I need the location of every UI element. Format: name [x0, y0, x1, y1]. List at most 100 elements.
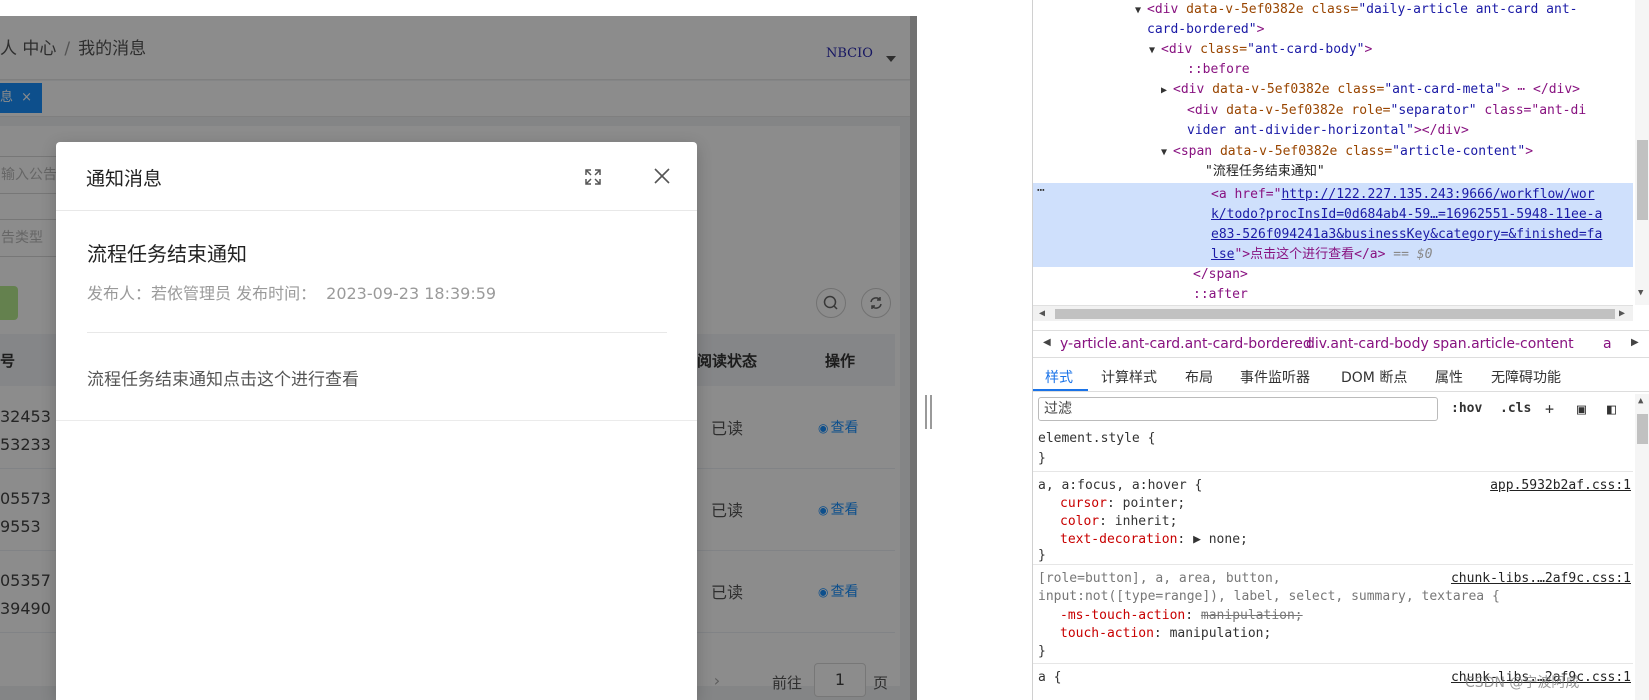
- expand-triangle-icon[interactable]: ▼: [1161, 143, 1173, 163]
- expand-triangle-icon[interactable]: ▼: [1149, 41, 1161, 61]
- styles-filter-input[interactable]: 过滤: [1038, 397, 1438, 421]
- rule-selector-text[interactable]: element.style {: [1038, 431, 1155, 446]
- scroll-thumb[interactable]: [1055, 309, 1615, 319]
- property-value[interactable]: manipulation;: [1170, 626, 1272, 641]
- tab-styles[interactable]: 样式: [1045, 367, 1073, 387]
- href-link[interactable]: lse: [1211, 247, 1234, 262]
- dom-attr: data-v-5ef0382e class=: [1204, 82, 1385, 97]
- scroll-right-icon[interactable]: ▶: [1619, 306, 1625, 322]
- property-name[interactable]: cursor: [1060, 496, 1107, 511]
- dom-breadcrumb: ◀ y-article.ant-card.ant-card-bordered d…: [1033, 330, 1649, 358]
- scroll-thumb[interactable]: [1637, 414, 1648, 444]
- tab-properties[interactable]: 属性: [1435, 367, 1463, 387]
- hover-state-toggle[interactable]: :hov: [1451, 401, 1482, 416]
- rule-source-link[interactable]: app.5932b2af.css:1: [1490, 477, 1631, 495]
- dom-tail: ></div>: [1413, 123, 1469, 138]
- rule-selector[interactable]: [role=button], a, area, button,: [1038, 570, 1281, 588]
- pane-resize-handle[interactable]: [925, 395, 932, 429]
- paint-icon[interactable]: ▣: [1577, 400, 1586, 418]
- rule-property[interactable]: text-decoration: ▶ none;: [1060, 531, 1248, 549]
- property-name[interactable]: color: [1060, 514, 1099, 529]
- dom-node-line[interactable]: card-bordered">: [1135, 20, 1264, 40]
- new-rule-icon[interactable]: +: [1545, 400, 1554, 418]
- rule-property[interactable]: touch-action: manipulation;: [1060, 625, 1271, 643]
- dom-tag: <div: [1147, 2, 1179, 17]
- scroll-down-icon[interactable]: ▼: [1638, 288, 1643, 298]
- breadcrumb-node[interactable]: div.ant-card-body: [1306, 336, 1429, 352]
- dom-node-line[interactable]: ::before: [1175, 60, 1250, 80]
- property-name[interactable]: touch-action: [1060, 626, 1154, 641]
- breadcrumb-node[interactable]: span.article-content: [1433, 336, 1574, 352]
- dom-tag: <span: [1173, 144, 1213, 159]
- scroll-left-icon[interactable]: ◀: [1039, 306, 1045, 322]
- property-value[interactable]: inherit;: [1115, 514, 1178, 529]
- rule-selector[interactable]: a {: [1038, 669, 1061, 687]
- breadcrumb-node[interactable]: y-article.ant-card.ant-card-bordered: [1060, 336, 1312, 352]
- rule-close: }: [1038, 644, 1046, 659]
- tab-event-listeners[interactable]: 事件监听器: [1240, 367, 1310, 387]
- message-content-text[interactable]: 流程任务结束通知点击这个进行查看: [87, 370, 359, 390]
- dom-tail: class="ant-di: [1476, 103, 1587, 118]
- href-link[interactable]: k/todo?procInsId=0d684ab4-59…=16962551-5…: [1211, 207, 1602, 222]
- selected-node-line[interactable]: e83-526f094241a3&businessKey&category=&f…: [1211, 225, 1602, 245]
- dom-node-line[interactable]: ▼ <div data-v-5ef0382e class="daily-artic…: [1135, 0, 1577, 21]
- publisher-label: 发布人：: [87, 284, 152, 303]
- scroll-thumb[interactable]: [1637, 140, 1648, 220]
- close-icon[interactable]: [650, 164, 674, 188]
- breadcrumb-node[interactable]: a: [1603, 336, 1612, 352]
- tab-computed[interactable]: 计算样式: [1101, 367, 1157, 387]
- dom-tail: > ⋯ </div>: [1501, 82, 1581, 97]
- expand-triangle-icon[interactable]: ▼: [1135, 1, 1147, 21]
- message-divider: [87, 332, 667, 333]
- dom-tail: >: [1256, 22, 1265, 37]
- selected-node-line[interactable]: lse">点击这个进行查看</a> == $0: [1211, 245, 1432, 265]
- rule-source-link[interactable]: chunk-libs.…2af9c.css:1: [1451, 570, 1631, 588]
- selected-node-line[interactable]: <a href="http://122.227.135.243:9666/wor…: [1211, 185, 1595, 205]
- breadcrumb-left-icon[interactable]: ◀: [1043, 337, 1051, 348]
- sidebar-toggle-icon[interactable]: ◧: [1607, 400, 1616, 418]
- tab-dom-breakpoints[interactable]: DOM 断点: [1341, 367, 1407, 387]
- dom-node-line[interactable]: "流程任务结束通知": [1193, 162, 1325, 182]
- expand-triangle-icon[interactable]: ▶: [1161, 81, 1173, 101]
- dom-vertical-scrollbar[interactable]: ▼: [1635, 0, 1649, 305]
- dom-node-line[interactable]: <div data-v-5ef0382e role="separator" cl…: [1175, 101, 1586, 121]
- fullscreen-icon[interactable]: [582, 166, 604, 188]
- property-name[interactable]: text-decoration: [1060, 532, 1177, 547]
- property-value[interactable]: manipulation;: [1201, 608, 1303, 623]
- dom-node-line[interactable]: vider ant-divider-horizontal"></div>: [1175, 121, 1469, 141]
- dom-attr-value: "separator": [1390, 103, 1477, 118]
- node-menu-dots[interactable]: ⋯: [1037, 183, 1045, 198]
- href-link[interactable]: http://122.227.135.243:9666/workflow/wor: [1281, 187, 1594, 202]
- dom-node-line[interactable]: ▼ <div class="ant-card-body">: [1149, 40, 1372, 61]
- dom-tag: ::before: [1187, 62, 1250, 77]
- dom-node-line[interactable]: </span>: [1193, 265, 1248, 285]
- dom-node-line[interactable]: ▼ <span data-v-5ef0382e class="article-co…: [1161, 142, 1533, 163]
- dom-tail: >: [1364, 42, 1373, 57]
- styles-vertical-scrollbar[interactable]: ▲: [1635, 394, 1649, 700]
- message-bottom-divider: [56, 420, 697, 421]
- rule-property[interactable]: cursor: pointer;: [1060, 495, 1185, 513]
- class-toggle[interactable]: .cls: [1500, 401, 1531, 416]
- watermark: CSDN @宁波阿成: [1465, 675, 1580, 691]
- property-value[interactable]: pointer;: [1123, 496, 1186, 511]
- scroll-up-icon[interactable]: ▲: [1638, 396, 1643, 406]
- breadcrumb-right-icon[interactable]: ▶: [1631, 337, 1639, 348]
- console-ref: == $0: [1385, 247, 1433, 262]
- dom-node-line[interactable]: ▶ <div data-v-5ef0382e class="ant-card-me…: [1161, 80, 1580, 101]
- message-title: 流程任务结束通知: [87, 242, 247, 266]
- devtools-panel: ⋯ ▼ <div data-v-5ef0382e class="daily-art…: [1032, 0, 1649, 700]
- selected-node-line[interactable]: k/todo?procInsId=0d684ab4-59…=16962551-5…: [1211, 205, 1602, 225]
- tab-accessibility[interactable]: 无障碍功能: [1491, 367, 1561, 387]
- rule-property[interactable]: -ms-touch-action: manipulation;: [1060, 607, 1303, 625]
- rule-selector[interactable]: input:not([type=range]), label, select, …: [1038, 588, 1500, 606]
- property-name[interactable]: -ms-touch-action: [1060, 608, 1185, 623]
- rule-selector[interactable]: a, a:focus, a:hover {: [1038, 477, 1202, 495]
- dom-horizontal-scrollbar[interactable]: ◀ ▶: [1033, 305, 1633, 321]
- tab-layout[interactable]: 布局: [1185, 367, 1213, 387]
- property-value[interactable]: ▶ none;: [1193, 532, 1248, 547]
- dom-node-line[interactable]: ::after: [1193, 285, 1248, 305]
- publish-time: 2023-09-23 18:39:59: [326, 284, 497, 303]
- dom-tail: "流程任务结束通知": [1205, 164, 1325, 179]
- href-link[interactable]: e83-526f094241a3&businessKey&category=&f…: [1211, 227, 1602, 242]
- rule-property[interactable]: color: inherit;: [1060, 513, 1177, 531]
